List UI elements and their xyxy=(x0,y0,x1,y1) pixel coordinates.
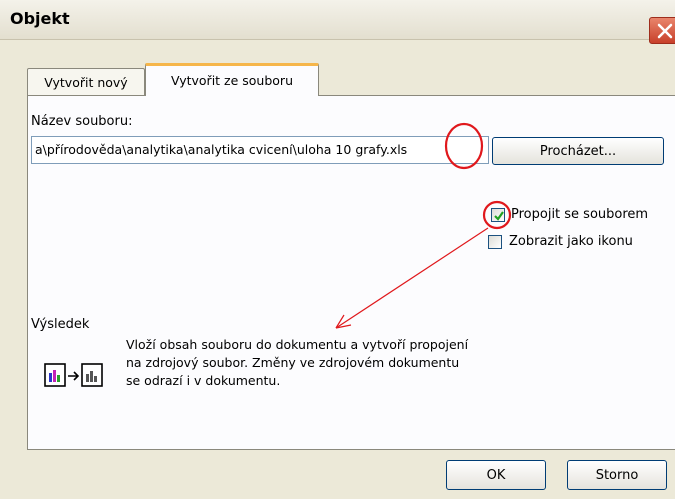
tab-create-from-file-label: Vytvořit ze souboru xyxy=(171,73,293,88)
xls-extension-circle xyxy=(444,122,484,170)
tab-create-from-file[interactable]: Vytvořit ze souboru xyxy=(145,63,319,96)
annotation-layer xyxy=(335,122,512,329)
annotation-arrow xyxy=(335,227,489,329)
link-checkbox-circle xyxy=(482,200,512,230)
